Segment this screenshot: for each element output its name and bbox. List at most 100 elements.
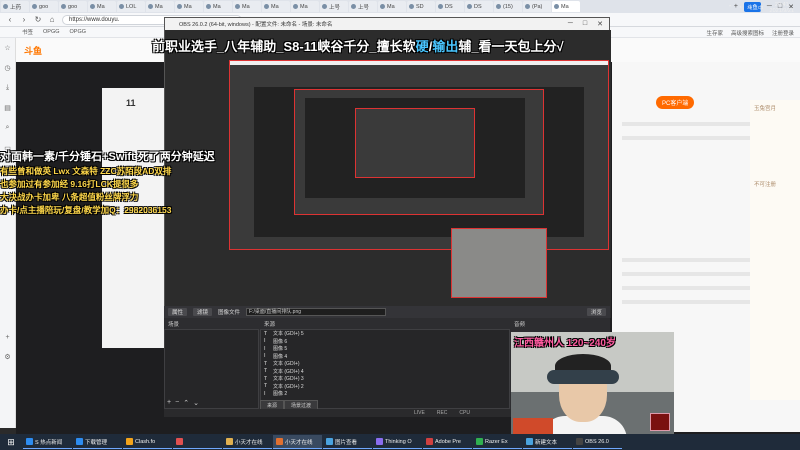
source-item[interactable]: T 文本 (GDI+) 2 <box>261 383 509 391</box>
taskbar-app[interactable]: Razer Ex <box>473 435 522 449</box>
gift-label: 玉兔宫月 <box>754 106 777 112</box>
filters-button[interactable]: 滤镜 <box>193 308 213 316</box>
gift-label: 不可注册 <box>754 182 777 188</box>
volume-icon[interactable]: ◁ <box>748 5 752 11</box>
history-icon[interactable]: ◷ <box>4 64 10 72</box>
source-type-icon: T <box>264 360 268 367</box>
browser-tab[interactable]: Ma <box>552 1 580 12</box>
app-icon <box>76 438 83 445</box>
source-item[interactable]: T 文本 (GDI+) 4 <box>261 368 509 376</box>
image-path-field[interactable]: F:/桌面/直播间排队.png <box>246 308 387 316</box>
pc-client-button[interactable]: PC客户端 <box>656 96 695 109</box>
tray-chevron-icon[interactable]: ⌃ <box>728 5 733 11</box>
tab-favicon-icon <box>177 4 182 9</box>
bookmark-item[interactable]: OPGG <box>43 29 60 35</box>
start-icon[interactable]: ⊞ <box>0 434 22 450</box>
browser-tab[interactable]: DS <box>436 1 464 12</box>
tab-favicon-icon <box>380 4 385 9</box>
source-item[interactable]: I 图像 6 <box>261 338 509 346</box>
taskbar-app[interactable]: Clash.fo <box>123 435 172 449</box>
browser-tab[interactable]: (Pa) <box>523 1 551 12</box>
taskbar-app[interactable]: 新建文本 <box>523 435 572 449</box>
home-icon[interactable]: ⌂ <box>48 15 56 24</box>
site-logo[interactable]: 斗鱼 <box>24 44 42 57</box>
add-icon[interactable]: + <box>5 334 9 341</box>
browser-tab[interactable]: goo <box>59 1 87 12</box>
move-up-icon[interactable]: ⌃ <box>183 399 189 407</box>
ime-indicator[interactable]: 中 <box>758 4 764 12</box>
stream-title-overlay: 前职业选手_八年辅助_S8-11峡谷千分_擅长软硬/输出辅_看一天包上分√ <box>152 36 564 55</box>
source-item[interactable]: I 图像 4 <box>261 353 509 361</box>
source-item[interactable]: T 文本 (GDI+) 3 <box>261 375 509 383</box>
taskbar-app[interactable]: 小天才在线 <box>273 435 322 449</box>
source-item[interactable]: T 文本 (GDI+) 5 <box>261 330 509 338</box>
properties-button[interactable]: 属性 <box>168 308 188 316</box>
viewer-count: 11 <box>126 98 136 108</box>
tab-label: Ma <box>561 3 569 10</box>
browser-tab[interactable]: SD <box>407 1 435 12</box>
browser-tab[interactable]: Ma <box>291 1 319 12</box>
taskbar-app[interactable]: Adobe Pre <box>423 435 472 449</box>
overlay-line-2: 有些曾和做英 Lwx 文森特 ZZC苏陌段AD双排 <box>0 166 172 176</box>
taskbar-app-label: 小天才在线 <box>285 439 313 446</box>
network-icon[interactable]: ◔ <box>738 5 741 11</box>
browser-tab[interactable]: (15) <box>494 1 522 12</box>
settings-icon[interactable]: ⚙ <box>4 353 10 361</box>
browser-tab[interactable]: LOL <box>117 1 145 12</box>
tab-favicon-icon <box>119 4 124 9</box>
bookmark-item[interactable]: OPGG <box>70 29 87 35</box>
app-icon <box>526 438 533 445</box>
browser-tab[interactable]: DS <box>465 1 493 12</box>
forward-icon[interactable]: › <box>20 15 28 24</box>
obs-close-icon[interactable]: ✕ <box>597 20 603 28</box>
source-item[interactable]: I 图像 2 <box>261 390 509 398</box>
bookmark-item-right[interactable]: 注册登录 <box>772 29 794 37</box>
back-icon[interactable]: ‹ <box>6 15 14 24</box>
taskbar-app[interactable] <box>173 435 222 449</box>
browser-tab[interactable]: Ma <box>233 1 261 12</box>
system-tray: ⌃ ◔ ◁ 中 20:41 2021/9/21 <box>728 0 794 16</box>
browser-tab[interactable]: Ma <box>378 1 406 12</box>
obs-maximize-icon[interactable]: □ <box>583 20 587 28</box>
download-icon[interactable]: ⤓ <box>6 84 9 92</box>
status-cpu: CPU <box>459 410 470 416</box>
clock[interactable]: 20:41 2021/9/21 <box>770 2 794 14</box>
taskbar-app[interactable]: 小天才在线 <box>223 435 272 449</box>
webcam-caption: 江西赣州人 120~240岁 <box>514 338 616 349</box>
scenes-dock: + − ⌃ ⌄ <box>164 329 259 409</box>
bookmark-item[interactable]: 书签 <box>22 28 33 36</box>
browser-tab[interactable]: 上药 <box>1 1 29 12</box>
browse-button[interactable]: 浏览 <box>586 308 606 316</box>
browser-tab[interactable]: Ma <box>262 1 290 12</box>
tab-label: 上号 <box>358 4 370 11</box>
tab-label: 上药 <box>10 4 22 11</box>
taskbar-app[interactable]: Thinking O <box>373 435 422 449</box>
browser-tab[interactable]: Ma <box>204 1 232 12</box>
star-icon[interactable]: ☆ <box>4 44 10 52</box>
tab-favicon-icon <box>235 4 240 9</box>
search-icon[interactable]: ⌕ <box>6 124 10 132</box>
taskbar-app[interactable]: OBS 26.0 <box>573 435 622 449</box>
browser-tab[interactable]: 上号 <box>349 1 377 12</box>
move-down-icon[interactable]: ⌄ <box>193 399 199 407</box>
browser-tab[interactable]: Ma <box>88 1 116 12</box>
refresh-icon[interactable]: ↻ <box>34 15 42 24</box>
taskbar-app[interactable]: S 热点新闻 <box>23 435 72 449</box>
browser-tab[interactable]: goo <box>30 1 58 12</box>
taskbar-app[interactable]: 下载管理 <box>73 435 122 449</box>
source-item[interactable]: T 文本 (GDI+) <box>261 360 509 368</box>
obs-minimize-icon[interactable]: ─ <box>568 20 573 28</box>
source-name: 图像 5 <box>273 346 288 353</box>
taskbar-app[interactable]: 图片查看 <box>323 435 372 449</box>
browser-tab[interactable]: Ma <box>146 1 174 12</box>
bookmark-item-right[interactable]: 高级搜索图标 <box>731 29 764 37</box>
remove-scene-button[interactable]: − <box>175 399 179 407</box>
source-type-icon: I <box>264 353 266 360</box>
bookmark-item-right[interactable]: 生存家 <box>706 29 723 37</box>
source-type-icon: I <box>264 338 266 345</box>
source-item[interactable]: I 图像 5 <box>261 345 509 353</box>
add-scene-button[interactable]: + <box>167 399 171 407</box>
browser-tab[interactable]: Ma <box>175 1 203 12</box>
browser-tab[interactable]: 上号 <box>320 1 348 12</box>
note-icon[interactable]: ▤ <box>4 104 11 112</box>
